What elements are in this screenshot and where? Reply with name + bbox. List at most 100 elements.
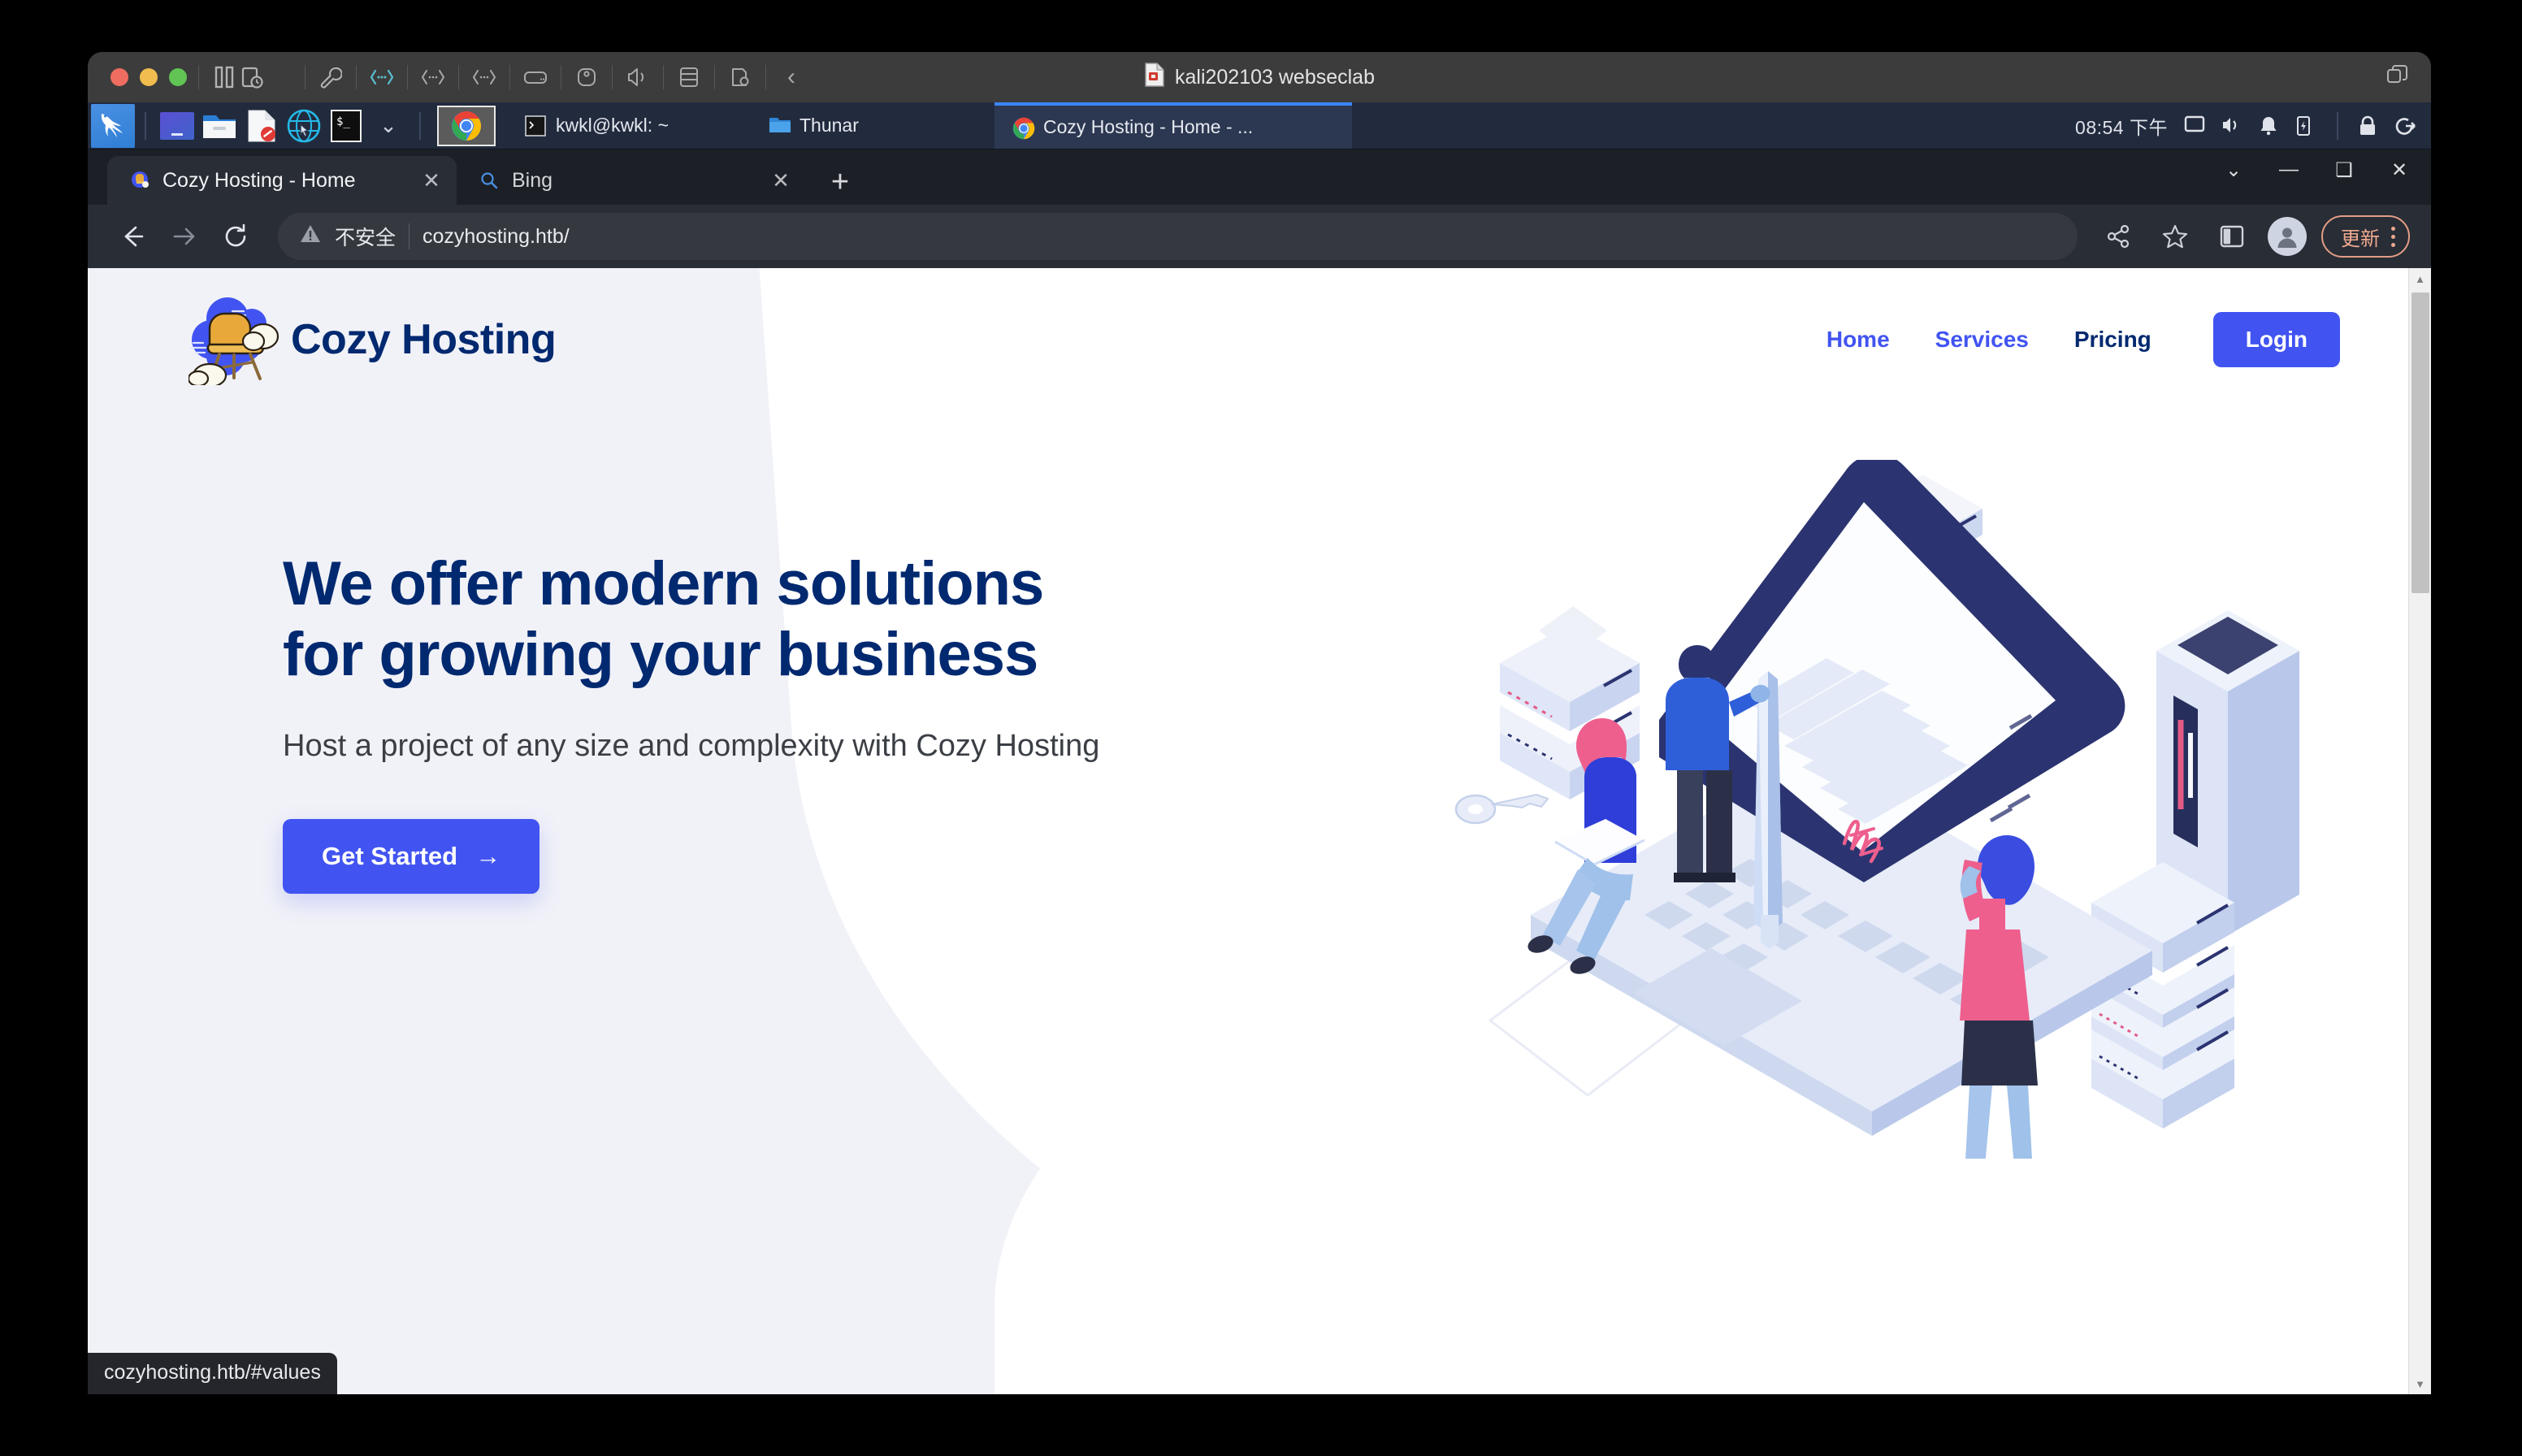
- arrow-right-icon: →: [475, 842, 500, 871]
- login-button[interactable]: Login: [2213, 312, 2340, 367]
- reload-button[interactable]: [213, 214, 258, 259]
- divider: [409, 223, 410, 249]
- volume-icon[interactable]: [2221, 115, 2242, 136]
- minimize-window-button[interactable]: [140, 68, 158, 86]
- terminal-emulator-icon[interactable]: [158, 107, 196, 145]
- bell-icon[interactable]: [2259, 115, 2280, 136]
- browser-toolbar: 不安全 cozyhosting.htb/ 更新: [88, 205, 2431, 268]
- window-traffic-lights[interactable]: [110, 68, 187, 86]
- taskbar-window-chrome[interactable]: Cozy Hosting - Home - ...: [994, 102, 1352, 149]
- xfce-taskbar: $_ ⌄ kwkl@kwkl: ~ Thunar: [88, 102, 2431, 150]
- tab-title: Bing: [512, 169, 757, 193]
- back-button[interactable]: [109, 214, 154, 259]
- nav-item-services[interactable]: Services: [1935, 327, 2029, 353]
- avatar-icon[interactable]: [2268, 217, 2307, 256]
- kebab-menu-icon[interactable]: [2391, 227, 2395, 247]
- get-started-button[interactable]: Get Started →: [283, 819, 540, 894]
- tab-bing[interactable]: Bing ✕: [457, 156, 806, 205]
- divider: [419, 112, 421, 140]
- minimize-button[interactable]: —: [2275, 156, 2303, 184]
- network3-icon[interactable]: [470, 63, 498, 91]
- person-standing-right: [1958, 835, 2038, 1159]
- taskbar-window-terminal[interactable]: kwkl@kwkl: ~: [507, 102, 751, 149]
- nav-item-home[interactable]: Home: [1826, 327, 1890, 353]
- tab-strip: Cozy Hosting - Home ✕ Bing ✕ + ⌄ — ❑ ✕: [88, 150, 2431, 205]
- terminal-icon[interactable]: $_: [327, 107, 365, 145]
- tab-close-button[interactable]: ✕: [419, 168, 444, 193]
- maximize-window-button[interactable]: [169, 68, 187, 86]
- svg-text:$_: $_: [336, 115, 350, 128]
- lock-icon[interactable]: [2358, 115, 2379, 136]
- brand-logo-link[interactable]: Cozy Hosting: [188, 291, 556, 389]
- snapshot-icon[interactable]: [238, 63, 266, 91]
- vm-title-label: kali202103 webseclab: [1175, 66, 1375, 89]
- network2-icon[interactable]: [419, 63, 447, 91]
- restore-window-icon[interactable]: [2386, 63, 2410, 92]
- chrome-browser-window: Cozy Hosting - Home ✕ Bing ✕ + ⌄ — ❑ ✕: [88, 150, 2431, 1394]
- side-panel-icon[interactable]: [2211, 215, 2253, 258]
- scroll-down-button[interactable]: ▼: [2409, 1373, 2431, 1394]
- divider: [356, 65, 357, 89]
- network-icon[interactable]: [368, 63, 396, 91]
- text-editor-icon[interactable]: [243, 107, 280, 145]
- scrollbar-thumb[interactable]: [2412, 292, 2429, 593]
- browser-window-controls: ⌄ — ❑ ✕: [2220, 156, 2413, 184]
- taskbar-window-thunar[interactable]: Thunar: [751, 102, 994, 149]
- close-button[interactable]: ✕: [2386, 156, 2413, 184]
- chrome-launcher-icon[interactable]: [437, 106, 496, 146]
- usb-icon[interactable]: [726, 63, 754, 91]
- speaker-icon[interactable]: [624, 63, 652, 91]
- cozy-hosting-page: Cozy Hosting Home Services Pricing Login…: [88, 268, 2408, 1394]
- kali-menu-icon[interactable]: [91, 104, 135, 148]
- hero-copy: We offer modern solutions for growing yo…: [283, 549, 1339, 894]
- page-scrollbar[interactable]: ▲ ▼: [2408, 268, 2431, 1394]
- document-icon: [1144, 63, 1165, 93]
- close-window-button[interactable]: [110, 68, 128, 86]
- page-viewport: Cozy Hosting Home Services Pricing Login…: [88, 268, 2431, 1394]
- taskbar-window-label: Thunar: [800, 115, 859, 136]
- battery-icon[interactable]: [2296, 115, 2317, 136]
- chevron-down-icon[interactable]: ⌄: [2220, 156, 2247, 184]
- printer-icon[interactable]: [573, 63, 600, 91]
- link-status-bubble: cozyhosting.htb/#values: [88, 1353, 337, 1394]
- logout-icon[interactable]: [2395, 115, 2416, 136]
- warning-triangle-icon[interactable]: [299, 223, 322, 250]
- system-tray: 08:54 下午: [2075, 112, 2431, 140]
- hero-title-line1: We offer modern solutions: [283, 549, 1043, 618]
- divider: [305, 65, 306, 89]
- armchair-cloud-logo: [188, 291, 284, 389]
- pen: [1753, 671, 1783, 949]
- nav-item-pricing[interactable]: Pricing: [2074, 327, 2152, 353]
- scroll-up-button[interactable]: ▲: [2409, 268, 2431, 289]
- hero-title: We offer modern solutions for growing yo…: [283, 549, 1339, 690]
- chevron-down-icon[interactable]: ⌄: [370, 107, 407, 145]
- star-icon[interactable]: [2154, 215, 2196, 258]
- collapse-icon[interactable]: ‹: [778, 63, 805, 91]
- divider: [714, 65, 715, 89]
- harddisk-icon[interactable]: [522, 63, 549, 91]
- display-icon[interactable]: [2184, 115, 2205, 136]
- forward-button[interactable]: [161, 214, 206, 259]
- maximize-button[interactable]: ❑: [2330, 156, 2358, 184]
- wrench-icon[interactable]: [317, 63, 344, 91]
- file-manager-icon[interactable]: [201, 107, 238, 145]
- search-icon: [478, 169, 500, 192]
- new-tab-button[interactable]: +: [817, 159, 863, 205]
- clock[interactable]: 08:54 下午: [2075, 112, 2168, 140]
- share-icon[interactable]: [2097, 215, 2139, 258]
- taskbar-window-label: kwkl@kwkl: ~: [556, 115, 669, 136]
- divider: [407, 65, 408, 89]
- tab-close-button[interactable]: ✕: [769, 168, 793, 193]
- chrome-icon: [1012, 117, 1034, 138]
- tab-cozy-hosting[interactable]: Cozy Hosting - Home ✕: [107, 156, 457, 205]
- url-text: cozyhosting.htb/: [422, 225, 570, 249]
- update-button[interactable]: 更新: [2321, 215, 2410, 258]
- address-bar[interactable]: 不安全 cozyhosting.htb/: [278, 213, 2078, 260]
- security-label: 不安全: [335, 222, 396, 251]
- cozy-favicon: [128, 169, 151, 192]
- site-nav: Home Services Pricing Login: [1826, 312, 2340, 367]
- browser-icon[interactable]: [285, 107, 323, 145]
- pause-vm-icon[interactable]: [210, 63, 238, 91]
- divider: [145, 112, 146, 140]
- storage-icon[interactable]: [675, 63, 703, 91]
